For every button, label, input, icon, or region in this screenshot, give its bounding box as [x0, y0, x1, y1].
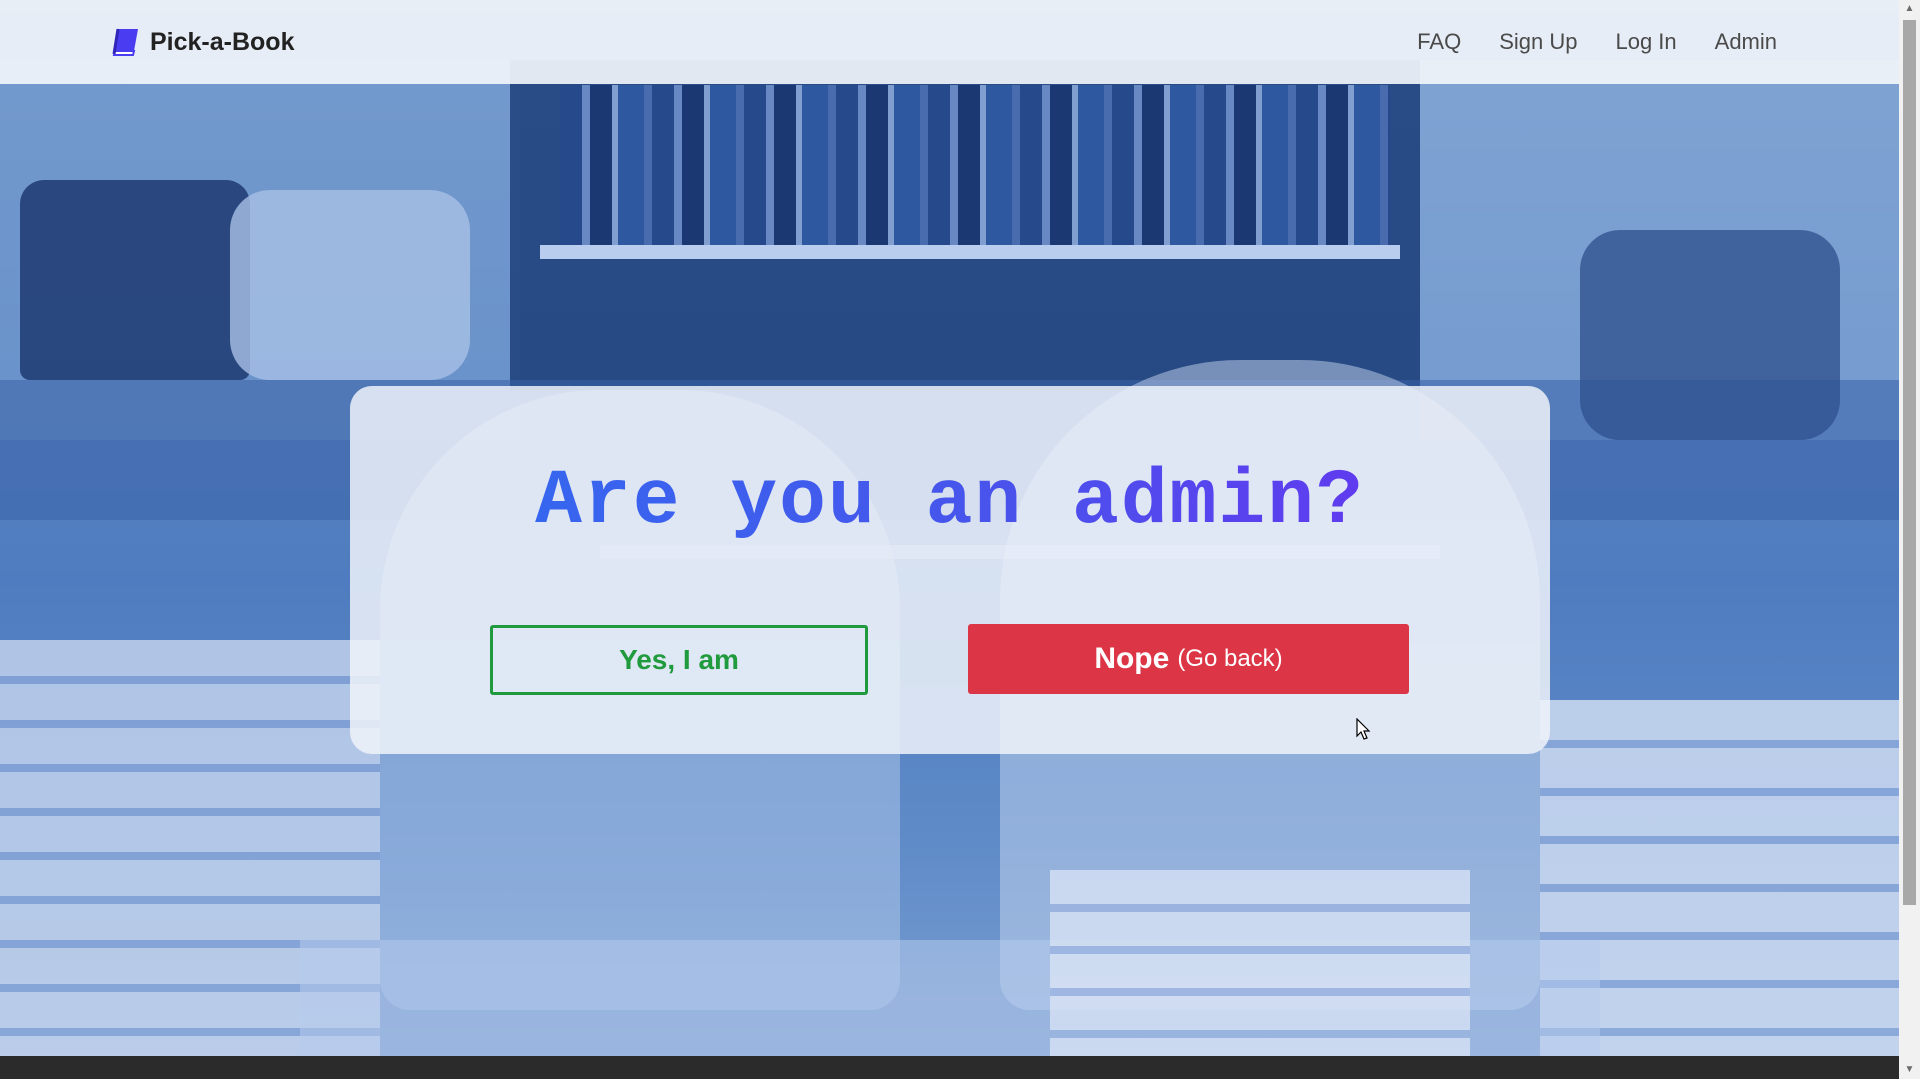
admin-confirm-card: Are you an admin? Yes, I am Nope (Go bac…: [350, 386, 1550, 754]
background-backpack: [20, 180, 250, 380]
brand-link[interactable]: Pick-a-Book: [110, 26, 294, 58]
background-book-stack-middle: [1050, 870, 1470, 1056]
background-books-row: [560, 85, 1390, 245]
nav-links: FAQ Sign Up Log In Admin: [1417, 29, 1777, 55]
scrollbar-thumb[interactable]: [1903, 20, 1916, 905]
scroll-up-arrow-icon[interactable]: ▲: [1899, 0, 1920, 18]
book-icon: [112, 28, 138, 56]
background-pillow-right: [1580, 230, 1840, 440]
nav-link-sign-up[interactable]: Sign Up: [1499, 29, 1577, 55]
go-back-button-sublabel: (Go back): [1177, 645, 1283, 672]
mouse-pointer-icon: [1356, 718, 1371, 740]
brand-name: Pick-a-Book: [150, 27, 295, 56]
background-shelf-board: [540, 245, 1400, 259]
page-scrollbar[interactable]: ▲ ▼: [1899, 0, 1920, 1079]
admin-question-heading: Are you an admin?: [350, 458, 1550, 546]
nav-link-admin[interactable]: Admin: [1715, 29, 1777, 55]
nav-link-log-in[interactable]: Log In: [1615, 29, 1676, 55]
footer-strip: [0, 1056, 1899, 1079]
go-back-button-label: Nope: [1094, 642, 1170, 675]
yes-admin-button[interactable]: Yes, I am: [490, 625, 868, 695]
background-pillow-left: [230, 190, 470, 380]
navbar: Pick-a-Book FAQ Sign Up Log In Admin: [0, 0, 1899, 84]
scroll-down-arrow-icon[interactable]: ▼: [1899, 1061, 1920, 1079]
nav-link-faq[interactable]: FAQ: [1417, 29, 1461, 55]
go-back-button[interactable]: Nope (Go back): [968, 624, 1409, 694]
